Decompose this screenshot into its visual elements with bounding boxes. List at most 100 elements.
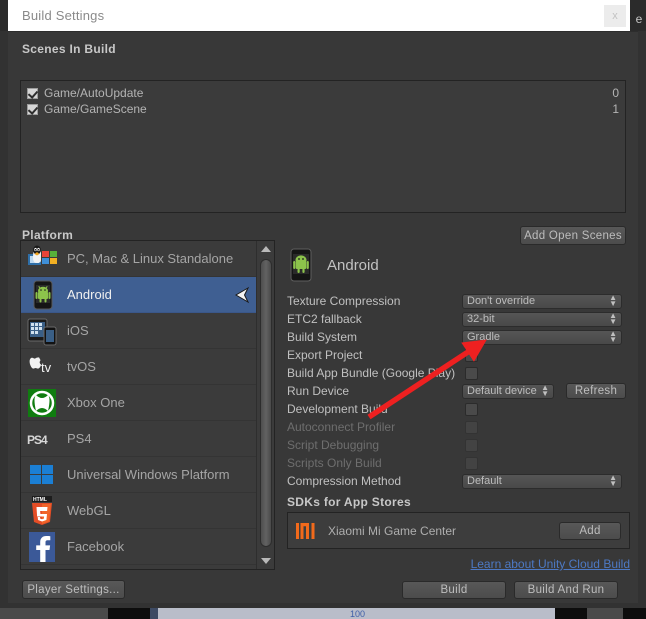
field-development-build: Development Build — [287, 400, 630, 418]
close-icon[interactable]: x — [604, 5, 626, 27]
scene-checkbox[interactable] — [27, 87, 38, 99]
scene-index: 0 — [612, 86, 619, 100]
window-titlebar[interactable]: Build Settings x — [8, 0, 630, 31]
scenes-list[interactable]: Game/AutoUpdate 0 Game/GameScene 1 — [20, 80, 626, 213]
sdks-header: SDKs for App Stores — [287, 495, 411, 509]
platform-item-label: WebGL — [67, 503, 111, 518]
platform-item-standalone[interactable]: PC, Mac & Linux Standalone — [21, 241, 257, 277]
scrollbar-thumb[interactable] — [260, 259, 272, 547]
development-build-checkbox[interactable] — [465, 402, 478, 416]
window-title: Build Settings — [22, 8, 105, 23]
field-label: ETC2 fallback — [287, 312, 362, 326]
field-run-device: Run Device Default device ▲ ▼ Refresh — [287, 382, 630, 400]
tvos-icon: tv — [27, 352, 59, 382]
platform-item-uwp[interactable]: Universal Windows Platform — [21, 457, 257, 493]
build-button[interactable]: Build — [402, 581, 506, 599]
platform-item-ios[interactable]: iOS — [21, 313, 257, 349]
add-sdk-button[interactable]: Add — [559, 522, 621, 540]
field-label: Build App Bundle (Google Play) — [287, 366, 456, 380]
field-label: Script Debugging — [287, 438, 380, 452]
field-autoconnect-profiler: Autoconnect Profiler — [287, 418, 630, 436]
field-label: Export Project — [287, 348, 363, 362]
chevron-updown-icon: ▲ ▼ — [609, 293, 617, 308]
build-settings-fields: Texture Compression Don't override ▲ ▼ ET… — [287, 292, 630, 490]
field-label: Build System — [287, 330, 358, 344]
sdk-name: Xiaomi Mi Game Center — [328, 523, 457, 538]
android-icon — [287, 248, 315, 282]
field-build-system: Build System Gradle ▲ ▼ — [287, 328, 630, 346]
svg-text:PS4: PS4 — [27, 433, 48, 447]
windows-icon — [27, 460, 59, 490]
chevron-updown-icon: ▲ ▼ — [541, 383, 549, 398]
platform-item-android[interactable]: Android — [21, 277, 257, 313]
field-compression-method: Compression Method Default ▲ ▼ — [287, 472, 630, 490]
dropdown-value: Default — [467, 475, 502, 487]
background-bottom-strip: 100 — [0, 608, 646, 619]
player-settings-button[interactable]: Player Settings... — [22, 580, 125, 599]
svg-text:HTML: HTML — [33, 497, 47, 503]
platform-item-label: PS4 — [67, 431, 92, 446]
platform-item-facebook[interactable]: Facebook — [21, 529, 257, 565]
standalone-icon — [27, 244, 59, 274]
etc2-fallback-dropdown[interactable]: 32-bit ▲ ▼ — [462, 311, 622, 327]
platform-item-ps4[interactable]: PS4 PS4 — [21, 421, 257, 457]
webgl-icon: HTML — [27, 495, 59, 526]
compression-method-dropdown[interactable]: Default ▲ ▼ — [462, 473, 622, 489]
scroll-up-icon[interactable] — [261, 246, 271, 252]
platform-item-label: iOS — [67, 323, 89, 338]
platform-item-label: Universal Windows Platform — [67, 467, 230, 482]
refresh-button[interactable]: Refresh — [566, 383, 626, 399]
chevron-updown-icon: ▲ ▼ — [609, 329, 617, 344]
platform-item-label: PC, Mac & Linux Standalone — [67, 251, 234, 266]
active-platform-title: Android — [287, 248, 379, 282]
export-project-checkbox[interactable] — [465, 348, 478, 362]
autoconnect-profiler-checkbox — [465, 420, 478, 434]
field-script-debugging: Script Debugging — [287, 436, 630, 454]
build-system-dropdown[interactable]: Gradle ▲ ▼ — [462, 329, 622, 345]
scene-name: Game/AutoUpdate — [44, 86, 144, 100]
field-label: Run Device — [287, 384, 350, 398]
scripts-only-build-checkbox — [465, 456, 478, 470]
platform-list[interactable]: PC, Mac & Linux Standalone Android iOS t… — [20, 240, 275, 570]
strip-dark-c — [623, 608, 646, 619]
unity-logo-icon — [231, 285, 251, 305]
scene-checkbox[interactable] — [27, 103, 38, 115]
android-icon — [27, 280, 59, 310]
platform-list-scrollbar[interactable] — [256, 241, 274, 569]
scene-row[interactable]: Game/GameScene 1 — [21, 101, 625, 117]
texture-compression-dropdown[interactable]: Don't override ▲ ▼ — [462, 293, 622, 309]
run-device-dropdown[interactable]: Default device ▲ ▼ — [462, 383, 554, 399]
dropdown-value: Default device — [467, 385, 537, 397]
field-export-project: Export Project — [287, 346, 630, 364]
field-build-app-bundle: Build App Bundle (Google Play) — [287, 364, 630, 382]
field-label: Scripts Only Build — [287, 456, 382, 470]
dropdown-value: Gradle — [467, 331, 501, 343]
strip-gray-right — [587, 608, 623, 619]
field-texture-compression: Texture Compression Don't override ▲ ▼ — [287, 292, 630, 310]
platform-item-label: tvOS — [67, 359, 96, 374]
field-label: Autoconnect Profiler — [287, 420, 396, 434]
titlebar-left-gap — [0, 0, 8, 31]
field-label: Development Build — [287, 402, 388, 416]
platform-item-tvos[interactable]: tv tvOS — [21, 349, 257, 385]
active-platform-label: Android — [327, 256, 379, 274]
strip-gray-left — [0, 608, 108, 619]
scene-row[interactable]: Game/AutoUpdate 0 — [21, 85, 625, 101]
strip-number: 100 — [350, 609, 366, 619]
scene-name: Game/GameScene — [44, 102, 147, 116]
dropdown-value: 32-bit — [467, 313, 495, 325]
build-app-bundle-checkbox[interactable] — [465, 366, 478, 380]
strip-dark-b — [555, 608, 587, 619]
scroll-down-icon[interactable] — [261, 558, 271, 564]
script-debugging-checkbox — [465, 438, 478, 452]
platform-item-label: Xbox One — [67, 395, 125, 410]
unity-cloud-build-link[interactable]: Learn about Unity Cloud Build — [471, 557, 630, 571]
field-label: Texture Compression — [287, 294, 401, 308]
build-and-run-button[interactable]: Build And Run — [514, 581, 618, 599]
platform-item-xbox[interactable]: Xbox One — [21, 385, 257, 421]
edge-letter: e — [635, 12, 643, 26]
strip-dark-a — [114, 608, 150, 619]
platform-item-webgl[interactable]: HTML WebGL — [21, 493, 257, 529]
scenes-in-build-header: Scenes In Build — [22, 42, 116, 56]
ios-icon — [27, 316, 59, 346]
